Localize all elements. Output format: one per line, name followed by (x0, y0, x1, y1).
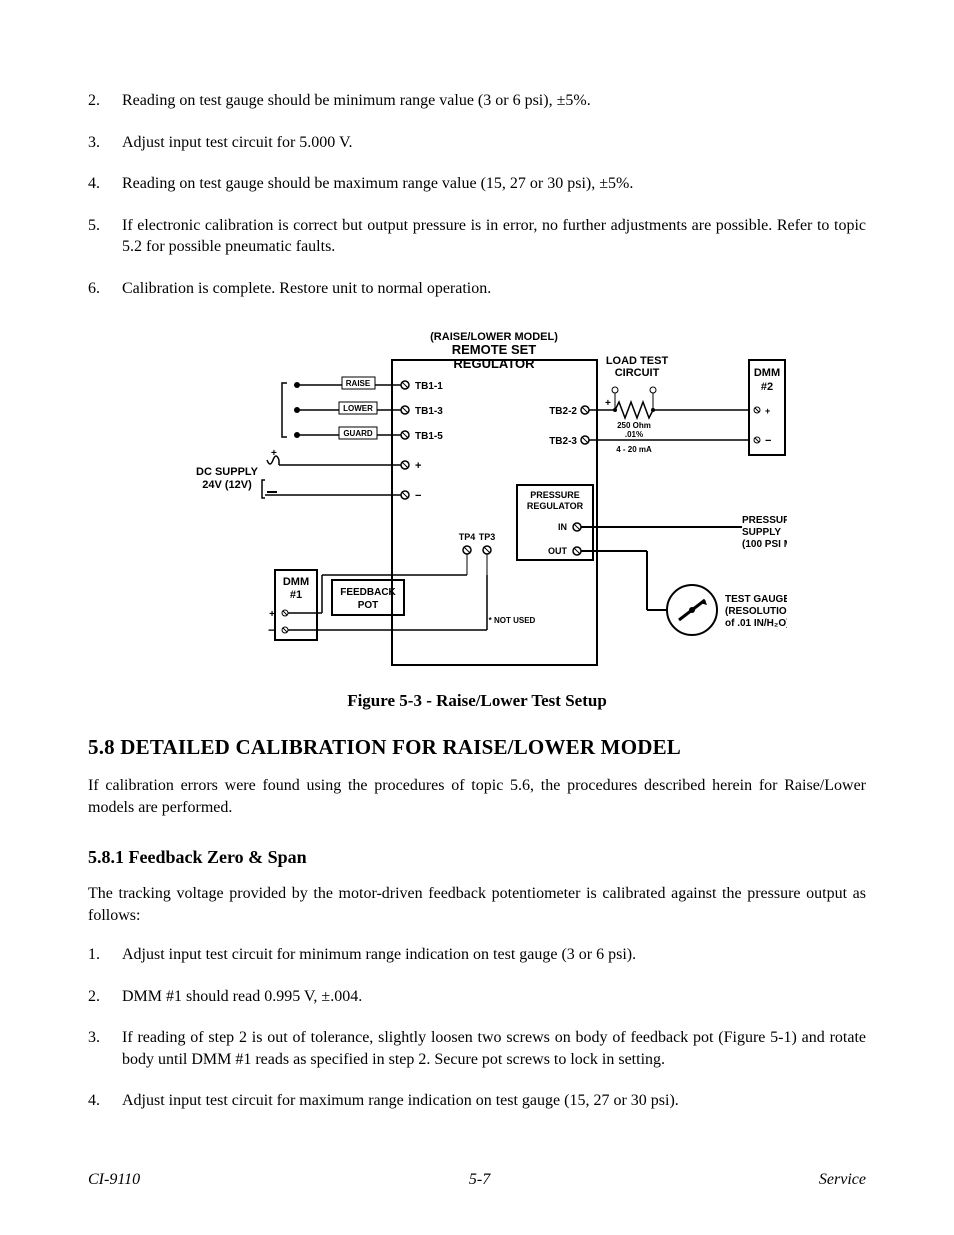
svg-text:RAISE: RAISE (346, 379, 371, 388)
footer-section: Service (819, 1169, 866, 1191)
svg-text:PRESSURE: PRESSURE (742, 515, 787, 526)
svg-text:4 - 20 mA: 4 - 20 mA (616, 445, 652, 454)
svg-text:+: + (765, 406, 770, 416)
step-text: Adjust input test circuit for maximum ra… (122, 1090, 866, 1112)
svg-text:TB1-5: TB1-5 (415, 431, 443, 442)
svg-text:IN: IN (558, 522, 567, 532)
step-text: DMM #1 should read 0.995 V, ±.004. (122, 986, 866, 1008)
svg-text:−: − (765, 435, 771, 447)
calibration-steps-upper: 2.Reading on test gauge should be minimu… (88, 90, 866, 300)
raise-lower-test-setup-diagram: (RAISE/LOWER MODEL) REMOTE SET REGULATOR… (167, 320, 787, 670)
svg-text:250 Ohm: 250 Ohm (617, 421, 651, 430)
svg-text:TP3: TP3 (479, 532, 496, 542)
svg-text:+: + (605, 398, 611, 409)
svg-text:LOAD TEST: LOAD TEST (606, 355, 669, 367)
step-number: 5. (88, 215, 122, 258)
svg-text:LOWER: LOWER (343, 404, 373, 413)
svg-text:#1: #1 (290, 589, 302, 601)
svg-text:−: − (415, 490, 421, 502)
svg-text:REGULATOR: REGULATOR (453, 356, 535, 371)
svg-text:CIRCUIT: CIRCUIT (615, 367, 660, 379)
step-text: Adjust input test circuit for minimum ra… (122, 944, 866, 966)
section-5-8-1-intro: The tracking voltage provided by the mot… (88, 883, 866, 926)
svg-text:−: − (268, 623, 275, 637)
svg-text:TB1-1: TB1-1 (415, 381, 443, 392)
footer-doc-id: CI-9110 (88, 1169, 140, 1191)
section-5-8-intro: If calibration errors were found using t… (88, 775, 866, 818)
step-number: 4. (88, 1090, 122, 1112)
figure-caption: Figure 5-3 - Raise/Lower Test Setup (88, 690, 866, 713)
step-text: Reading on test gauge should be maximum … (122, 173, 866, 195)
section-5-8-1-heading: 5.8.1 Feedback Zero & Span (88, 845, 866, 869)
svg-text:(RESOLUTION: (RESOLUTION (725, 606, 787, 617)
svg-text:TB1-3: TB1-3 (415, 406, 443, 417)
svg-text:of .01 IN/H₂O): of .01 IN/H₂O) (725, 618, 787, 629)
svg-text:TEST GAUGE: TEST GAUGE (725, 594, 787, 605)
step-text: Adjust input test circuit for 5.000 V. (122, 132, 866, 154)
svg-text:OUT: OUT (548, 546, 568, 556)
step-text: If reading of step 2 is out of tolerance… (122, 1027, 866, 1070)
step-number: 2. (88, 986, 122, 1008)
svg-text:DC SUPPLY: DC SUPPLY (196, 466, 259, 478)
svg-text:GUARD: GUARD (343, 429, 373, 438)
svg-text:DMM: DMM (283, 576, 309, 588)
svg-text:TB2-3: TB2-3 (549, 436, 577, 447)
svg-text:+: + (415, 460, 421, 472)
svg-text:+: + (271, 448, 277, 459)
page-footer: CI-9110 5-7 Service (88, 1169, 866, 1191)
step-number: 2. (88, 90, 122, 112)
svg-text:POT: POT (358, 600, 379, 611)
step-number: 3. (88, 1027, 122, 1070)
step-text: If electronic calibration is correct but… (122, 215, 866, 258)
svg-text:PRESSURE: PRESSURE (530, 490, 580, 500)
step-text: Reading on test gauge should be minimum … (122, 90, 866, 112)
svg-text:.01%: .01% (625, 430, 643, 439)
step-number: 1. (88, 944, 122, 966)
svg-text:REMOTE SET: REMOTE SET (452, 342, 537, 357)
svg-text:+: + (269, 609, 275, 620)
svg-text:DMM: DMM (754, 367, 780, 379)
svg-text:#2: #2 (761, 381, 773, 393)
svg-text:REGULATOR: REGULATOR (527, 501, 584, 511)
feedback-steps: 1.Adjust input test circuit for minimum … (88, 944, 866, 1112)
step-number: 4. (88, 173, 122, 195)
step-text: Calibration is complete. Restore unit to… (122, 278, 866, 300)
figure-5-3: (RAISE/LOWER MODEL) REMOTE SET REGULATOR… (88, 320, 866, 677)
svg-text:(100 PSI Max.): (100 PSI Max.) (742, 539, 787, 550)
svg-text:TP4: TP4 (459, 532, 476, 542)
footer-page-number: 5-7 (469, 1169, 490, 1191)
step-number: 6. (88, 278, 122, 300)
section-5-8-heading: 5.8 DETAILED CALIBRATION FOR RAISE/LOWER… (88, 733, 866, 761)
svg-text:SUPPLY: SUPPLY (742, 527, 781, 538)
svg-text:FEEDBACK: FEEDBACK (340, 587, 396, 598)
svg-text:* NOT USED: * NOT USED (489, 616, 536, 625)
step-number: 3. (88, 132, 122, 154)
svg-text:24V (12V): 24V (12V) (202, 479, 252, 491)
svg-text:TB2-2: TB2-2 (549, 406, 577, 417)
